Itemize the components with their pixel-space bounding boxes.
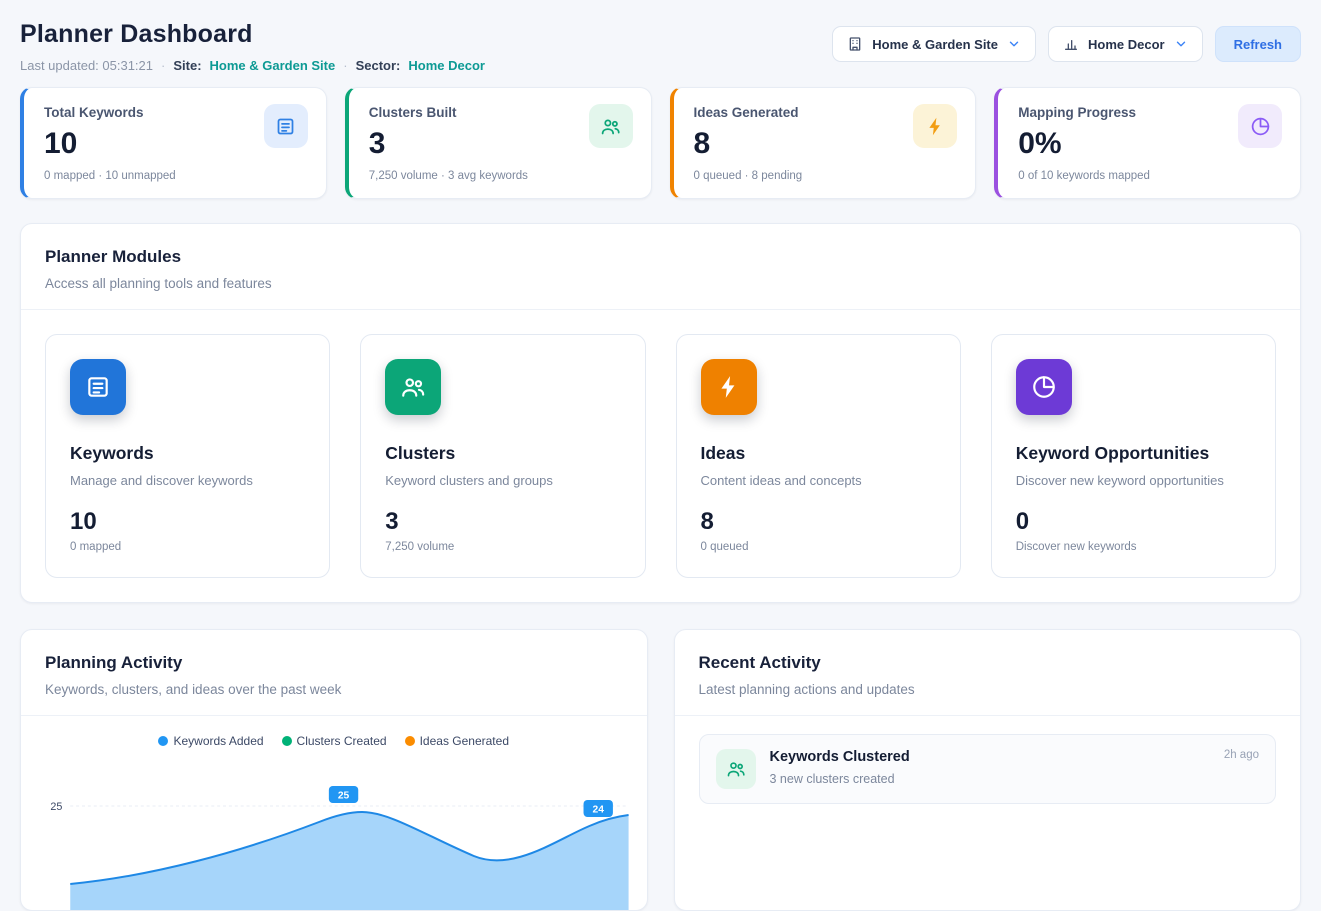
dot-separator: · xyxy=(161,58,165,73)
users-icon xyxy=(589,104,633,148)
planner-modules-card: Planner Modules Access all planning tool… xyxy=(20,223,1301,603)
planning-activity-header: Planning Activity Keywords, clusters, an… xyxy=(21,630,647,715)
legend-item-keywords-added: Keywords Added xyxy=(158,734,263,748)
chevron-down-icon xyxy=(1007,37,1021,51)
module-card-ideas[interactable]: Ideas Content ideas and concepts 8 0 que… xyxy=(676,334,961,578)
planning-activity-chart-svg: 25 25 24 xyxy=(35,760,633,910)
sector-selector-dropdown[interactable]: Home Decor xyxy=(1048,26,1203,62)
legend-label: Keywords Added xyxy=(173,734,263,748)
stat-card-mapping-progress: Mapping Progress 0% 0 of 10 keywords map… xyxy=(994,87,1301,199)
section-subtitle: Access all planning tools and features xyxy=(45,276,1276,291)
planner-modules-header: Planner Modules Access all planning tool… xyxy=(21,224,1300,309)
site-selector-dropdown[interactable]: Home & Garden Site xyxy=(832,26,1036,62)
activity-item-timestamp: 2h ago xyxy=(1224,749,1259,761)
building-icon xyxy=(847,36,863,52)
recent-activity-card: Recent Activity Latest planning actions … xyxy=(674,629,1302,911)
section-title: Recent Activity xyxy=(699,653,1277,673)
last-updated-text: Last updated: 05:31:21 xyxy=(20,58,153,73)
topbar: Planner Dashboard Last updated: 05:31:21… xyxy=(20,20,1301,73)
activity-item-description: 3 new clusters created xyxy=(770,772,1260,786)
topbar-left: Planner Dashboard Last updated: 05:31:21… xyxy=(20,20,485,73)
bottom-row: Planning Activity Keywords, clusters, an… xyxy=(20,629,1301,911)
stat-card-clusters-built: Clusters Built 3 7,250 volume · 3 avg ke… xyxy=(345,87,652,199)
site-label: Site: xyxy=(173,58,201,73)
section-title: Planner Modules xyxy=(45,247,1276,267)
stat-card-total-keywords: Total Keywords 10 0 mapped · 10 unmapped xyxy=(20,87,327,199)
legend-dot-orange xyxy=(405,736,415,746)
document-lines-icon xyxy=(264,104,308,148)
legend-dot-blue xyxy=(158,736,168,746)
sector-link[interactable]: Home Decor xyxy=(408,58,485,73)
module-value: 3 xyxy=(385,508,620,536)
module-title: Keyword Opportunities xyxy=(1016,443,1251,464)
lightning-icon xyxy=(913,104,957,148)
stat-subtext: 7,250 volume · 3 avg keywords xyxy=(369,170,631,182)
recent-activity-header: Recent Activity Latest planning actions … xyxy=(675,630,1301,715)
module-title: Clusters xyxy=(385,443,620,464)
module-title: Keywords xyxy=(70,443,305,464)
module-description: Discover new keyword opportunities xyxy=(1016,473,1251,488)
chart-legend: Keywords Added Clusters Created Ideas Ge… xyxy=(21,716,647,752)
module-value: 0 xyxy=(1016,508,1251,536)
document-lines-icon xyxy=(70,359,126,415)
chevron-down-icon xyxy=(1174,37,1188,51)
legend-item-ideas-generated: Ideas Generated xyxy=(405,734,509,748)
stat-subtext: 0 of 10 keywords mapped xyxy=(1018,170,1280,182)
topbar-controls: Home & Garden Site Home Decor Refresh xyxy=(832,26,1301,62)
section-subtitle: Keywords, clusters, and ideas over the p… xyxy=(45,682,623,697)
planning-activity-card: Planning Activity Keywords, clusters, an… xyxy=(20,629,648,911)
divider xyxy=(675,715,1301,716)
sector-label: Sector: xyxy=(356,58,401,73)
module-card-keyword-opportunities[interactable]: Keyword Opportunities Discover new keywo… xyxy=(991,334,1276,578)
module-card-clusters[interactable]: Clusters Keyword clusters and groups 3 7… xyxy=(360,334,645,578)
module-description: Keyword clusters and groups xyxy=(385,473,620,488)
page-title: Planner Dashboard xyxy=(20,20,485,49)
module-title: Ideas xyxy=(701,443,936,464)
module-subtext: 7,250 volume xyxy=(385,541,620,553)
section-title: Planning Activity xyxy=(45,653,623,673)
module-description: Content ideas and concepts xyxy=(701,473,936,488)
sector-selector-label: Home Decor xyxy=(1088,37,1165,52)
stat-subtext: 0 queued · 8 pending xyxy=(694,170,956,182)
stat-card-ideas-generated: Ideas Generated 8 0 queued · 8 pending xyxy=(670,87,977,199)
legend-label: Ideas Generated xyxy=(420,734,509,748)
module-subtext: Discover new keywords xyxy=(1016,541,1251,553)
refresh-button[interactable]: Refresh xyxy=(1215,26,1301,62)
users-icon xyxy=(385,359,441,415)
activity-list-item: Keywords Clustered 2h ago 3 new clusters… xyxy=(699,734,1277,804)
module-subtext: 0 queued xyxy=(701,541,936,553)
bar-chart-icon xyxy=(1063,36,1079,52)
module-value: 10 xyxy=(70,508,305,536)
users-icon xyxy=(716,749,756,789)
dot-separator: · xyxy=(343,58,347,73)
legend-dot-green xyxy=(282,736,292,746)
meta-line: Last updated: 05:31:21 · Site: Home & Ga… xyxy=(20,58,485,73)
stat-subtext: 0 mapped · 10 unmapped xyxy=(44,170,306,182)
module-card-keywords[interactable]: Keywords Manage and discover keywords 10… xyxy=(45,334,330,578)
lightning-icon xyxy=(701,359,757,415)
section-subtitle: Latest planning actions and updates xyxy=(699,682,1277,697)
area-fill xyxy=(70,812,628,910)
point-label: 24 xyxy=(593,804,605,815)
module-subtext: 0 mapped xyxy=(70,541,305,553)
pie-chart-icon xyxy=(1238,104,1282,148)
stats-row: Total Keywords 10 0 mapped · 10 unmapped… xyxy=(20,87,1301,199)
modules-grid: Keywords Manage and discover keywords 10… xyxy=(21,310,1300,602)
legend-item-clusters-created: Clusters Created xyxy=(282,734,387,748)
legend-label: Clusters Created xyxy=(297,734,387,748)
pie-chart-icon xyxy=(1016,359,1072,415)
module-description: Manage and discover keywords xyxy=(70,473,305,488)
site-link[interactable]: Home & Garden Site xyxy=(210,58,336,73)
site-selector-label: Home & Garden Site xyxy=(872,37,998,52)
area-chart: 25 25 24 xyxy=(21,752,647,910)
planner-dashboard-page: Planner Dashboard Last updated: 05:31:21… xyxy=(0,0,1321,911)
activity-item-title: Keywords Clustered xyxy=(770,749,910,765)
module-value: 8 xyxy=(701,508,936,536)
point-label: 25 xyxy=(338,790,350,801)
activity-item-body: Keywords Clustered 2h ago 3 new clusters… xyxy=(770,749,1260,789)
y-axis-tick: 25 xyxy=(50,801,62,813)
